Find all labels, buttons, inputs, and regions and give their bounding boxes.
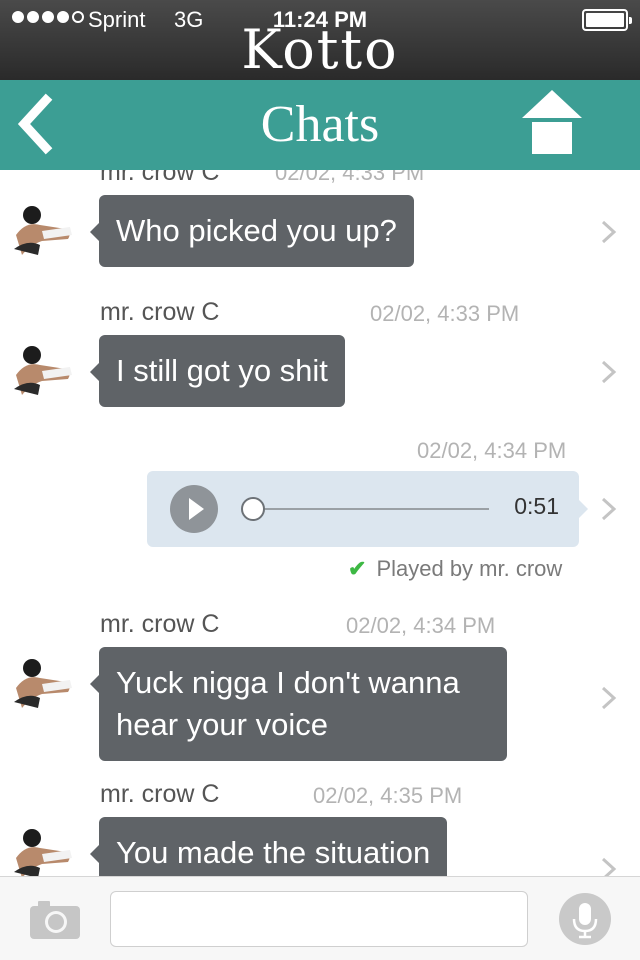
checkmark-icon: ✔ (348, 556, 367, 581)
played-status: ✔ Played by mr. crow (348, 556, 562, 582)
sender-name: mr. crow C (100, 780, 220, 808)
sender-name: mr. crow C (100, 298, 220, 326)
audio-bubble: 0:51 (147, 471, 588, 547)
microphone-button[interactable] (559, 893, 611, 945)
message-bubble[interactable]: You made the situation (89, 817, 448, 876)
audio-progress-track[interactable] (257, 508, 489, 510)
chat-list[interactable]: mr. crow C 02/02, 4:33 PM Who picked you… (0, 170, 640, 876)
chevron-right-icon[interactable] (600, 359, 618, 385)
message-bubble[interactable]: Yuck nigga I don't wanna hear your voice (90, 647, 507, 761)
app-header: Sprint 3G 11:24 PM Kotto (0, 0, 640, 80)
message-time: 02/02, 4:34 PM (417, 438, 567, 463)
message-bubble[interactable]: I still got yo shit (90, 335, 345, 407)
play-button[interactable] (170, 485, 218, 533)
home-icon (522, 90, 582, 154)
chevron-right-icon[interactable] (600, 496, 618, 522)
played-by-text: Played by mr. crow (376, 556, 563, 581)
sender-name: mr. crow C (100, 170, 220, 186)
avatar[interactable] (8, 335, 78, 405)
message-time: 02/02, 4:33 PM (275, 170, 425, 185)
microphone-icon (572, 903, 598, 939)
brand-title: Kotto (241, 18, 399, 81)
home-button[interactable] (520, 88, 584, 158)
audio-duration: 0:51 (514, 493, 559, 519)
avatar[interactable] (8, 648, 78, 718)
avatar[interactable] (8, 195, 78, 265)
camera-icon (30, 901, 80, 939)
message-time: 02/02, 4:35 PM (313, 783, 463, 808)
chevron-right-icon[interactable] (600, 856, 618, 876)
message-input-bar (0, 876, 640, 960)
message-bubble[interactable]: Who picked you up? (90, 195, 414, 267)
chevron-right-icon[interactable] (600, 219, 618, 245)
audio-scrubber-handle[interactable] (241, 497, 265, 521)
chevron-right-icon[interactable] (600, 685, 618, 711)
nav-bar: Chats (0, 80, 640, 170)
message-time: 02/02, 4:33 PM (370, 301, 520, 326)
avatar[interactable] (8, 818, 78, 876)
sender-name: mr. crow C (100, 610, 220, 638)
message-time: 02/02, 4:34 PM (346, 613, 496, 638)
camera-button[interactable] (30, 899, 80, 939)
message-input[interactable] (110, 891, 528, 947)
